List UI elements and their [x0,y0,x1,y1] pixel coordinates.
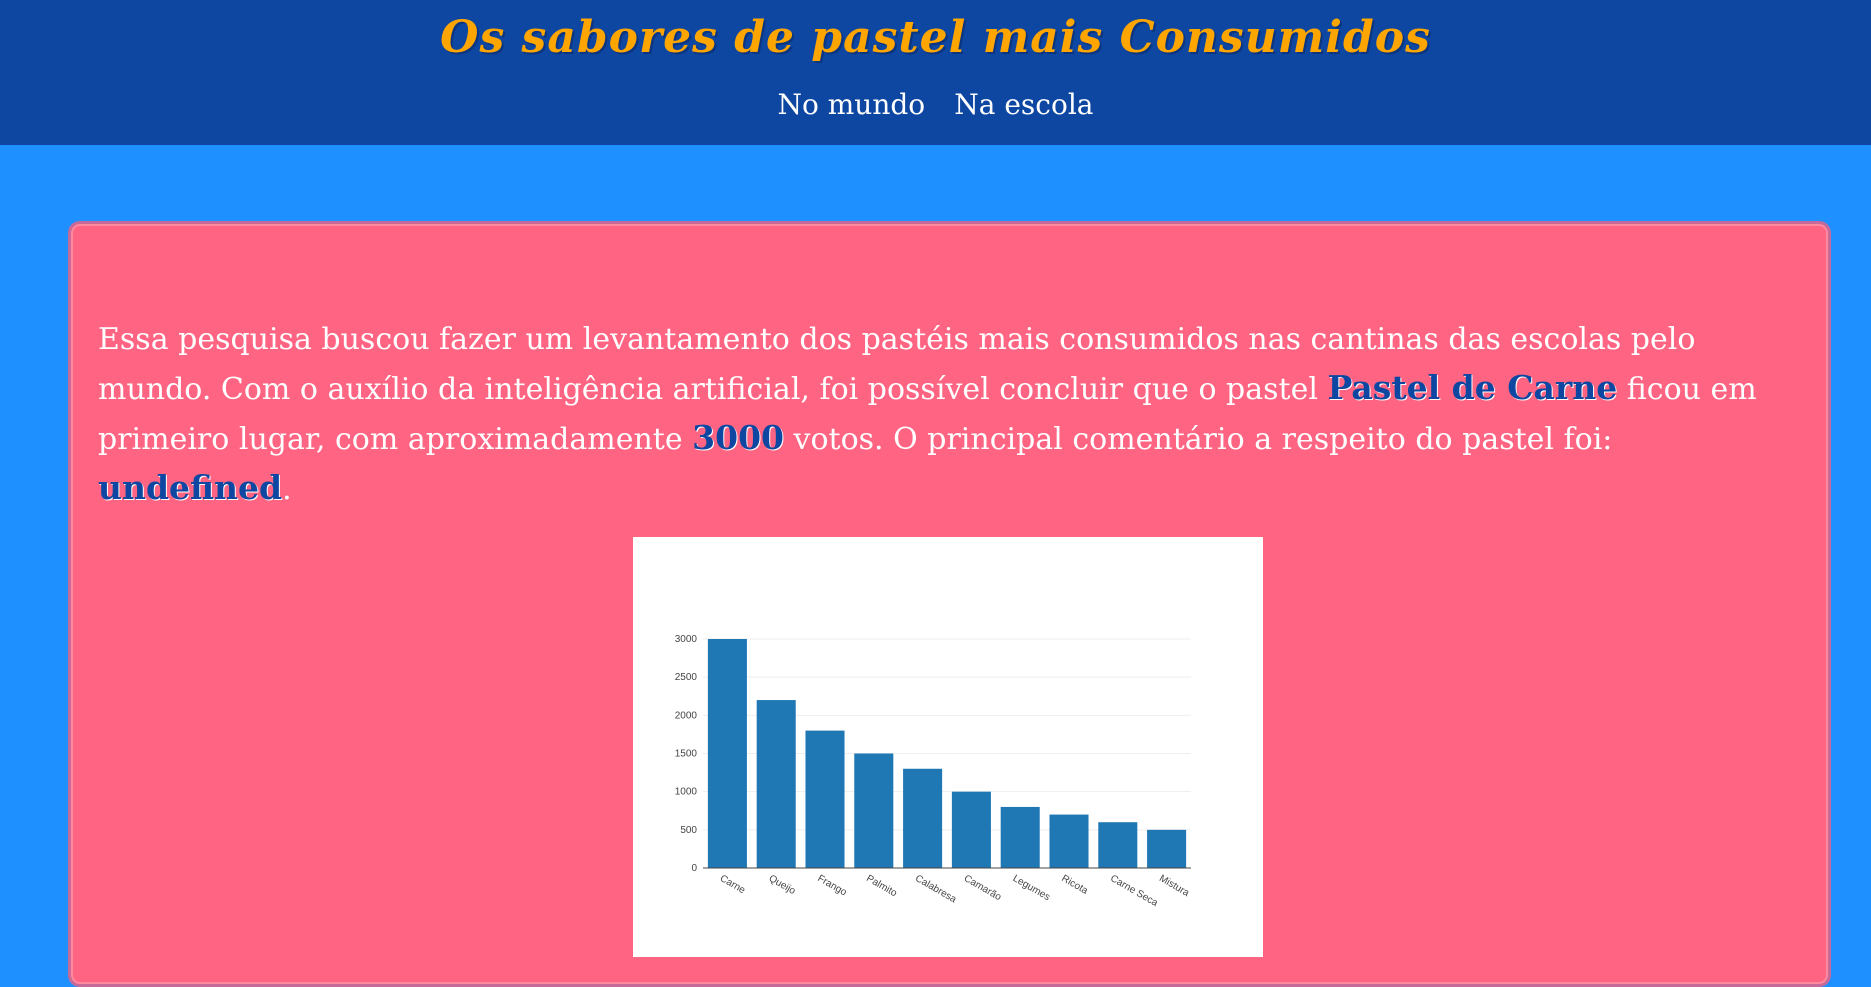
vote-count: 3000 [692,418,784,457]
y-tick-label: 3000 [675,634,698,645]
y-tick-label: 2000 [675,710,698,721]
results-panel: Essa pesquisa buscou fazer um levantamen… [68,221,1831,987]
x-tick-label: Calabresa [913,873,958,906]
page-title: Os sabores de pastel mais Consumidos [440,12,1431,63]
bar [1147,829,1187,868]
bar [707,639,747,868]
bar [756,700,796,868]
y-tick-label: 500 [680,825,697,836]
top-flavor: Pastel de Carne [1327,368,1618,407]
x-tick-label: Legumes [1011,873,1052,903]
summary-paragraph: Essa pesquisa buscou fazer um levantamen… [98,316,1808,514]
x-tick-label: Camarão [962,873,1003,903]
x-tick-label: Palmito [864,873,899,899]
bar-chart: 0 500 1000 1500 2000 2500 3000 Carne Queijo Frang… [633,537,1263,957]
bar [1098,822,1138,868]
y-tick-label: 1500 [675,749,698,760]
x-tick-label: Queijo [767,873,798,897]
y-tick-label: 1000 [675,787,698,798]
bar [1049,814,1089,868]
bar [903,768,943,868]
x-tick-label: Carne Seca [1108,873,1160,909]
summary-text-3: votos. O principal comentário a respeito… [784,422,1613,457]
x-tick-label: Ricota [1060,873,1090,897]
bar [951,791,991,868]
y-tick-label: 0 [691,863,697,874]
bar [805,730,845,868]
site-header: Os sabores de pastel mais Consumidos No … [0,0,1871,145]
nav-link-na-escola[interactable]: Na escola [954,88,1093,121]
y-tick-label: 2500 [675,672,698,683]
x-tick-label: Mistura [1157,873,1191,899]
bar [1000,806,1040,868]
bar [854,753,894,868]
summary-text-4: . [282,472,292,507]
x-tick-label: Carne [718,873,747,896]
main-nav: No mundo Na escola [0,88,1871,121]
main-comment: undefined [98,468,283,507]
bar-chart-svg: 0 500 1000 1500 2000 2500 3000 Carne Queijo Frang… [675,634,1192,909]
nav-link-no-mundo[interactable]: No mundo [778,88,926,121]
x-tick-label: Frango [816,873,849,899]
